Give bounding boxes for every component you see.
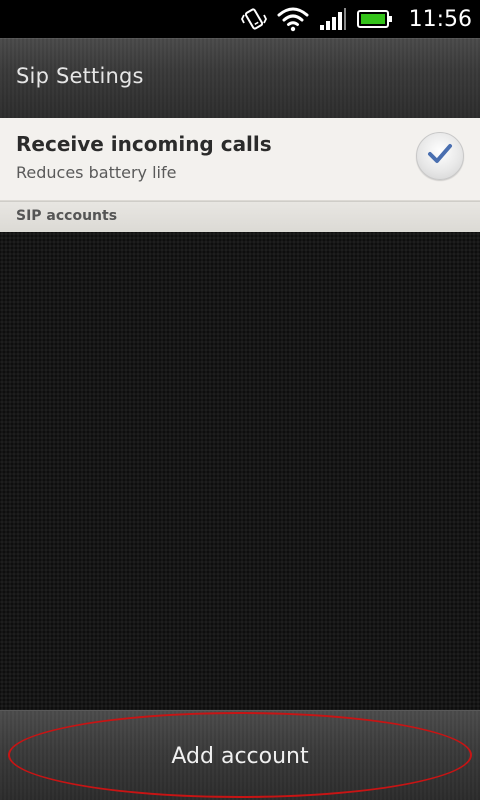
status-icons: 11:56 — [240, 0, 472, 38]
sip-accounts-list — [0, 232, 480, 710]
signal-icon — [319, 7, 347, 31]
clock: 11:56 — [408, 6, 472, 32]
page-title: Sip Settings — [16, 64, 144, 88]
checkmark-icon — [427, 143, 453, 169]
sip-accounts-section-header: SIP accounts — [0, 201, 480, 233]
receive-calls-checkbox[interactable] — [416, 132, 464, 180]
setting-subtitle: Reduces battery life — [16, 163, 177, 182]
sip-settings-screen: 11:56 Sip Settings Receive incoming call… — [0, 0, 480, 800]
add-account-button[interactable]: Add account — [0, 711, 480, 800]
title-bar: Sip Settings — [0, 38, 480, 118]
wifi-icon — [277, 6, 309, 32]
bottom-action-bar: Add account — [0, 710, 480, 800]
status-bar: 11:56 — [0, 0, 480, 38]
receive-incoming-calls-setting[interactable]: Receive incoming calls Reduces battery l… — [0, 118, 480, 201]
vibrate-icon — [240, 6, 267, 32]
add-account-label: Add account — [171, 743, 309, 769]
battery-icon — [356, 9, 393, 29]
setting-title: Receive incoming calls — [16, 132, 272, 156]
section-label: SIP accounts — [16, 208, 118, 224]
